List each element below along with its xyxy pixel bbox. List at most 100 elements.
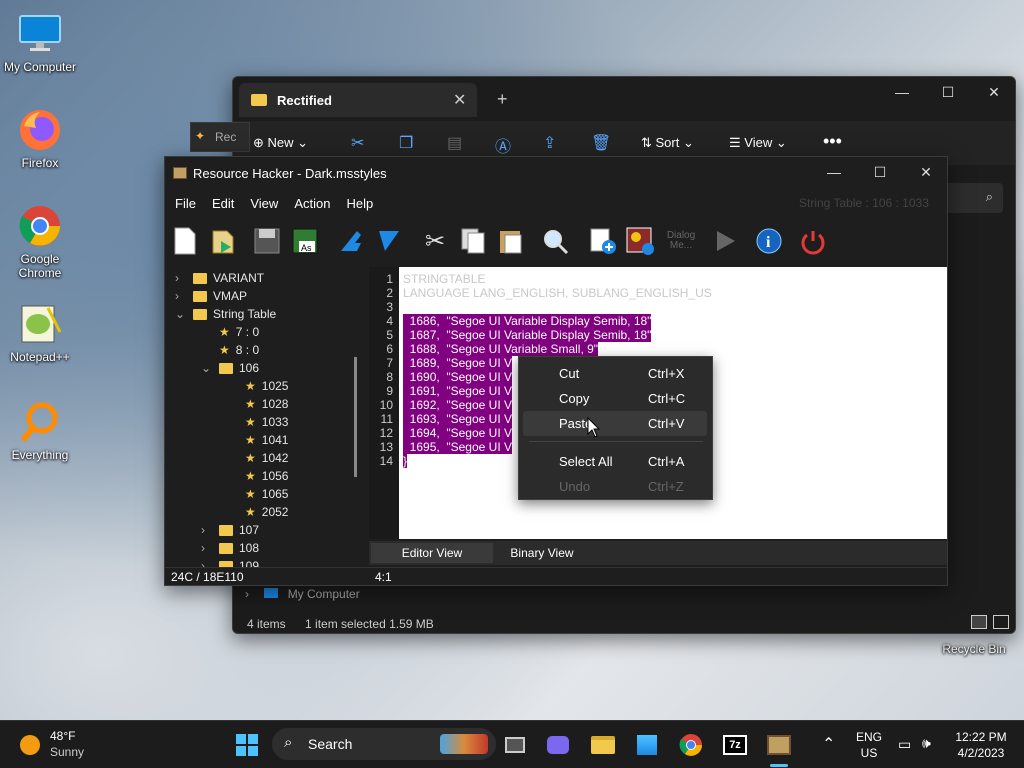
tab-binary-view[interactable]: Binary View — [495, 543, 589, 563]
tiles-view-icon[interactable] — [993, 615, 1009, 629]
tree-item-my-computer[interactable]: › My Computer — [245, 587, 360, 601]
rename-icon[interactable]: Ⓐ — [495, 133, 511, 157]
chevron-right-icon[interactable]: › — [201, 557, 219, 567]
open-file-icon[interactable] — [205, 223, 241, 259]
search-box[interactable]: ⌕ — [945, 183, 1003, 213]
close-icon[interactable]: ✕ — [903, 157, 949, 187]
compile-back-icon[interactable] — [333, 223, 369, 259]
menu-item-select-all[interactable]: Select All Ctrl+A — [519, 449, 713, 474]
power-icon[interactable] — [795, 223, 831, 259]
run-script-icon[interactable] — [707, 223, 743, 259]
cut-icon[interactable]: ✂ — [417, 223, 453, 259]
tab-editor-view[interactable]: Editor View — [371, 543, 493, 563]
tree-item[interactable]: ★ 2052 — [227, 503, 288, 521]
add-image-icon[interactable] — [623, 223, 659, 259]
tree-scrollbar[interactable] — [354, 357, 357, 477]
more-icon[interactable]: ••• — [823, 131, 842, 152]
teams-chat-icon[interactable] — [543, 730, 573, 760]
copy-icon[interactable] — [455, 223, 491, 259]
maximize-icon[interactable]: ☐ — [925, 77, 971, 107]
tree-item[interactable]: ★ 1025 — [227, 377, 288, 395]
chevron-right-icon[interactable]: › — [175, 269, 193, 287]
tree-item[interactable]: ★ 7 : 0 — [201, 323, 259, 341]
sort-button[interactable]: ⇅ Sort ⌄ — [641, 135, 694, 151]
close-icon[interactable]: ✕ — [971, 77, 1017, 107]
minimize-icon[interactable]: — — [879, 77, 925, 107]
7zip-icon[interactable]: 7z — [720, 730, 750, 760]
chevron-down-icon[interactable]: ⌄ — [175, 305, 193, 323]
tree-item[interactable]: ⌄ 106 — [201, 359, 259, 377]
menu-item-paste[interactable]: Paste Ctrl+V — [523, 411, 707, 436]
minimize-icon[interactable]: — — [811, 157, 857, 187]
chevron-up-icon[interactable]: ⌃ — [822, 734, 835, 754]
add-resource-icon[interactable] — [585, 223, 621, 259]
menu-item-copy[interactable]: Copy Ctrl+C — [519, 386, 713, 411]
store-icon[interactable] — [632, 730, 662, 760]
background-window-tab[interactable]: ✦ Rec — [190, 122, 250, 152]
star-icon: ★ — [245, 379, 256, 393]
info-icon[interactable]: i — [751, 223, 787, 259]
task-view-icon[interactable] — [500, 730, 530, 760]
menu-help[interactable]: Help — [338, 193, 381, 215]
details-view-icon[interactable] — [971, 615, 987, 629]
save-icon[interactable] — [249, 223, 285, 259]
new-tab-icon[interactable]: + — [497, 89, 508, 110]
tree-item[interactable]: ★ 1041 — [227, 431, 288, 449]
tree-item[interactable]: ★ 1033 — [227, 413, 288, 431]
cut-icon[interactable]: ✂ — [351, 133, 364, 153]
chevron-right-icon[interactable]: › — [201, 521, 219, 539]
clock[interactable]: 12:22 PM 4/2/2023 — [950, 730, 1012, 760]
chevron-down-icon[interactable]: ⌄ — [201, 359, 219, 377]
desktop-icon-chrome[interactable]: Google Chrome — [0, 204, 80, 280]
share-icon[interactable]: ⇪ — [543, 133, 556, 153]
save-as-icon[interactable]: As — [287, 223, 323, 259]
delete-icon[interactable]: 🗑 — [591, 133, 611, 153]
chrome-icon[interactable] — [676, 730, 706, 760]
maximize-icon[interactable]: ☐ — [857, 157, 903, 187]
compile-icon[interactable] — [371, 223, 407, 259]
resource-tree[interactable]: › VARIANT › VMAP ⌄ String Table ★ 7 : 0 ★ 8 : 0 ⌄ 1… — [167, 267, 365, 567]
desktop-icon-firefox[interactable]: Firefox — [0, 108, 80, 170]
menu-action[interactable]: Action — [286, 193, 338, 215]
desktop-icon-everything[interactable]: Everything — [0, 400, 80, 462]
menu-file[interactable]: File — [167, 193, 204, 215]
tree-item[interactable]: › 109 — [201, 557, 259, 567]
menu-item-cut[interactable]: Cut Ctrl+X — [519, 361, 713, 386]
file-explorer-icon[interactable] — [588, 730, 618, 760]
tree-item[interactable]: › VMAP — [175, 287, 247, 305]
view-button[interactable]: ☰ View ⌄ — [729, 135, 787, 151]
find-icon[interactable] — [537, 223, 573, 259]
tree-item[interactable]: › 108 — [201, 539, 259, 557]
dialog-merger-icon[interactable]: Dialog Me... — [663, 223, 699, 259]
tree-item[interactable]: ★ 1042 — [227, 449, 288, 467]
tree-item[interactable]: ★ 1056 — [227, 467, 288, 485]
start-button[interactable] — [232, 730, 262, 760]
taskbar-search[interactable]: ⌕ Search — [272, 728, 496, 760]
line-number: 13 — [379, 440, 393, 454]
desktop-icon-notepadpp[interactable]: Notepad++ — [0, 302, 80, 364]
close-tab-icon[interactable]: ✕ — [453, 90, 466, 110]
tree-item[interactable]: ⌄ String Table — [175, 305, 276, 323]
tree-item[interactable]: › 107 — [201, 521, 259, 539]
desktop-icon-my-computer[interactable]: My Computer — [0, 12, 80, 74]
menu-view[interactable]: View — [242, 193, 286, 215]
tree-item[interactable]: ★ 1028 — [227, 395, 288, 413]
volume-icon[interactable]: 🕪 — [922, 735, 931, 752]
chevron-right-icon[interactable]: › — [175, 287, 193, 305]
menu-edit[interactable]: Edit — [204, 193, 242, 215]
paste-icon[interactable]: ▤ — [447, 133, 462, 153]
explorer-tab[interactable]: Rectified ✕ — [239, 83, 477, 117]
folder-icon — [219, 363, 233, 375]
paste-icon[interactable] — [493, 223, 529, 259]
resource-hacker-taskbar-icon[interactable] — [764, 730, 794, 760]
window-title: Resource Hacker - Dark.msstyles — [193, 166, 387, 181]
language-indicator[interactable]: ENG US — [856, 730, 882, 760]
new-file-icon[interactable] — [167, 223, 203, 259]
tree-item[interactable]: ★ 1065 — [227, 485, 288, 503]
copy-icon[interactable]: ❐ — [399, 133, 413, 153]
chevron-right-icon[interactable]: › — [201, 539, 219, 557]
tree-item[interactable]: › VARIANT — [175, 269, 264, 287]
tree-item[interactable]: ★ 8 : 0 — [201, 341, 259, 359]
new-button[interactable]: ⊕ New ⌄ — [253, 135, 308, 151]
network-icon[interactable]: ▭ — [898, 736, 911, 753]
